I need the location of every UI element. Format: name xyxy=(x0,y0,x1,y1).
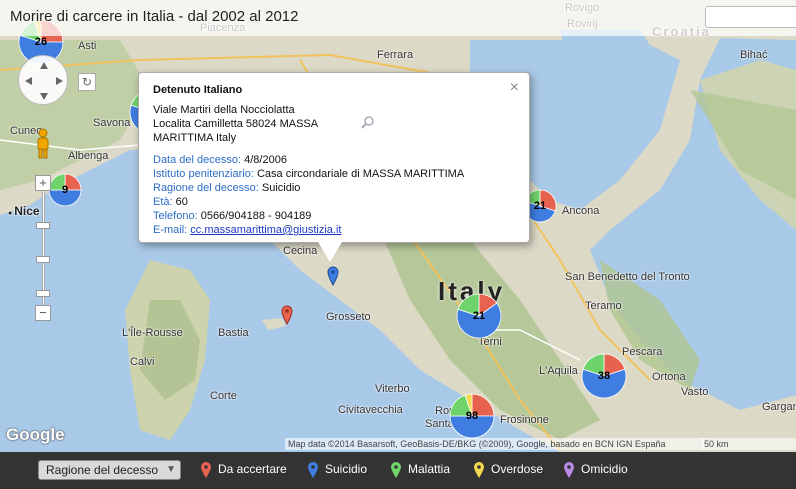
zoom-out-button[interactable]: − xyxy=(35,305,51,321)
legend-pin-icon xyxy=(391,462,401,478)
cluster-marker[interactable]: 9 xyxy=(47,172,83,213)
legend-item-label[interactable]: Overdose xyxy=(491,462,543,476)
place-label: ● Nice xyxy=(8,204,40,218)
info-field-value: Casa circondariale di MASSA MARITTIMA xyxy=(256,168,465,180)
info-field-key: Data del decesso: xyxy=(153,154,245,166)
zoom-handle[interactable] xyxy=(36,256,50,263)
legend-item-label[interactable]: Da accertare xyxy=(218,462,287,476)
place-label: Teramo xyxy=(585,300,622,312)
place-label: Asti xyxy=(78,40,97,52)
reason-select-label: Ragione del decesso xyxy=(46,463,159,477)
place-label: Albenga xyxy=(68,150,109,162)
place-label: Ferrara xyxy=(377,49,414,61)
place-label: L'Île-Rousse xyxy=(122,327,183,339)
info-window: × Detenuto Italiano Viale Martiri della … xyxy=(138,72,530,243)
pegman-icon[interactable] xyxy=(35,128,51,160)
scale-text: 50 km xyxy=(704,439,729,449)
reason-select[interactable]: Ragione del decesso ▼ xyxy=(38,460,181,480)
zoom-in-button[interactable]: + xyxy=(35,175,51,191)
legend-bar: Ragione del decesso ▼ Da accertare Suicid… xyxy=(0,452,796,489)
legend-pin-icon xyxy=(201,462,211,478)
address-line: Viale Martiri della Nocciolatta xyxy=(153,104,295,116)
google-logo[interactable]: Google xyxy=(6,425,65,445)
place-label: Vasto xyxy=(681,386,709,398)
info-field-key: Età: xyxy=(153,196,176,208)
email-key: E-mail: xyxy=(153,224,188,236)
legend-pin-icon xyxy=(564,462,574,478)
place-label: Bihać xyxy=(740,49,768,61)
info-field-value: 0566/904188 - 904189 xyxy=(200,210,312,222)
email-link[interactable]: cc.massamarittima@giustizia.it xyxy=(190,224,341,236)
cluster-count: 9 xyxy=(61,184,69,196)
rotate-icon: ↻ xyxy=(81,75,93,89)
cluster-count: 26 xyxy=(34,36,48,48)
place-label: Civitavecchia xyxy=(338,404,403,416)
legend-item-label[interactable]: Suicidio xyxy=(325,462,367,476)
zoom-slider[interactable] xyxy=(42,192,45,304)
place-label: Cecina xyxy=(283,245,318,257)
info-field-value: 4/8/2006 xyxy=(244,154,287,166)
title-bar: Morire di carcere in Italia - dal 2002 a… xyxy=(0,0,796,36)
address-line: MARITTIMA Italy xyxy=(153,132,237,144)
suicidio-marker[interactable] xyxy=(327,266,339,286)
place-label: Calvi xyxy=(130,356,155,368)
cluster-count: 38 xyxy=(597,370,611,382)
place-label: Bastia xyxy=(218,327,249,339)
place-label: Ortona xyxy=(652,371,686,383)
address-block: Viale Martiri della Nocciolatta Localita… xyxy=(153,103,515,145)
cluster-count: 21 xyxy=(472,310,486,322)
info-field: Ragione del decesso: Suicidio xyxy=(153,181,515,195)
chevron-down-icon: ▼ xyxy=(166,464,176,475)
place-label: Ancona xyxy=(562,205,600,217)
info-field: Età: 60 xyxy=(153,195,515,209)
info-field-key: Telefono: xyxy=(153,210,201,222)
da-accertare-marker[interactable] xyxy=(281,305,293,325)
cluster-marker[interactable]: 38 xyxy=(580,352,628,405)
info-field-value: 60 xyxy=(175,196,188,208)
search-input[interactable] xyxy=(705,6,796,28)
info-window-tail xyxy=(318,242,342,262)
address-line: Localita Camilletta 58024 MASSA xyxy=(153,118,319,130)
pan-control[interactable] xyxy=(18,55,68,105)
close-icon: × xyxy=(509,79,519,96)
place-label: Frosinone xyxy=(500,414,549,426)
magnifier-icon[interactable] xyxy=(361,115,375,129)
info-field: Telefono: 0566/904188 - 904189 xyxy=(153,209,515,223)
legend-item-label[interactable]: Omicidio xyxy=(581,462,628,476)
map-attribution: Map data ©2014 Basarsoft, GeoBasis-DE/BK… xyxy=(285,438,705,450)
scale-label: 50 km xyxy=(702,438,796,450)
place-label: San Benedetto del Tronto xyxy=(565,271,690,283)
detainee-name: Detenuto Italiano xyxy=(153,84,243,96)
rotate-button[interactable]: ↻ xyxy=(78,73,96,91)
info-field-key: Istituto penitenziario: xyxy=(153,168,257,180)
legend-pin-icon xyxy=(474,462,484,478)
email-row: E-mail: cc.massamarittima@giustizia.it xyxy=(153,223,515,237)
place-label: Pescara xyxy=(622,346,663,358)
place-label: Viterbo xyxy=(375,383,410,395)
legend-item-label[interactable]: Malattia xyxy=(408,462,450,476)
zoom-tick xyxy=(36,222,50,229)
place-label: Corte xyxy=(210,390,237,402)
info-field: Data del decesso: 4/8/2006 xyxy=(153,153,515,167)
place-label: L'Aquila xyxy=(539,365,578,377)
place-label: Gargano xyxy=(762,401,796,413)
info-field-value: Suicidio xyxy=(261,182,301,194)
cluster-count: 98 xyxy=(465,410,479,422)
legend-pin-icon xyxy=(308,462,318,478)
place-label: Grosseto xyxy=(326,311,371,323)
place-label: Savona xyxy=(93,117,131,129)
info-field-key: Ragione del decesso: xyxy=(153,182,262,194)
pan-arrows-icon xyxy=(25,62,63,100)
zoom-tick xyxy=(36,290,50,297)
close-button[interactable]: × xyxy=(509,79,519,96)
cluster-marker[interactable]: 21 xyxy=(455,292,503,345)
page-title: Morire di carcere in Italia - dal 2002 a… xyxy=(10,8,299,25)
info-field: Istituto penitenziario: Casa circondaria… xyxy=(153,167,515,181)
